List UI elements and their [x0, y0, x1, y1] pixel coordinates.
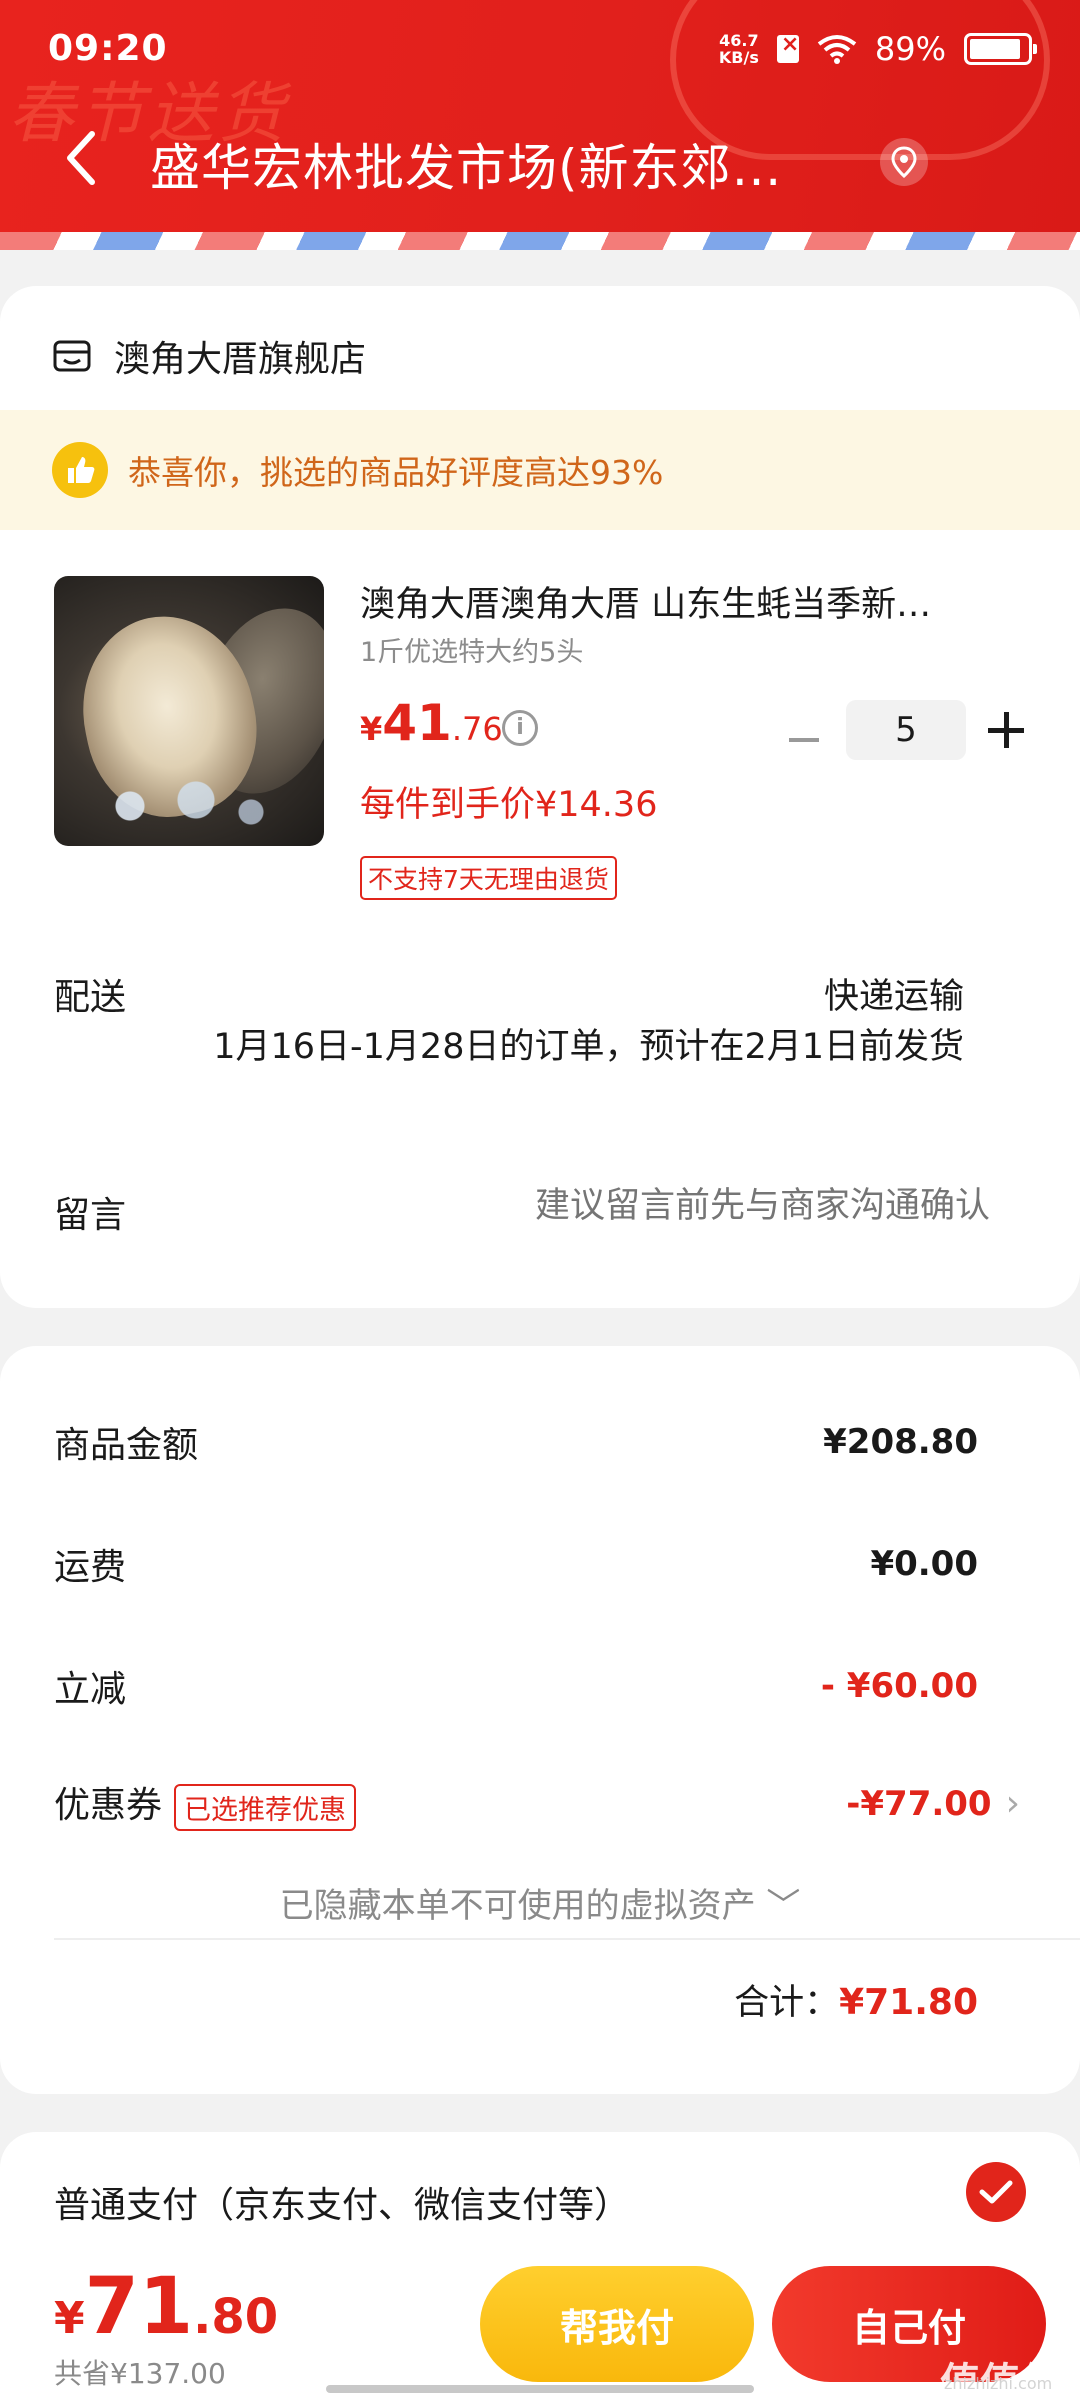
price-decimal: .76 — [451, 710, 503, 748]
coupon-label-group: 优惠券 已选推荐优惠 — [54, 1776, 357, 1831]
check-icon[interactable] — [966, 2162, 1026, 2222]
total-label: 合计： — [734, 1983, 840, 2023]
location-icon — [880, 138, 928, 186]
message-input[interactable] — [400, 1186, 990, 1226]
delivery-label: 配送 — [54, 977, 127, 1018]
hidden-assets-toggle[interactable]: 已隐藏本单不可使用的虚拟资产 ﹀ — [0, 1878, 1080, 1927]
back-button[interactable] — [56, 126, 112, 190]
return-policy-tag: 不支持7天无理由退货 — [360, 856, 617, 900]
battery-icon — [964, 33, 1037, 65]
saved-amount: 共省¥137.00 — [54, 2357, 226, 2390]
quantity-increase-button[interactable] — [984, 708, 1028, 752]
info-icon[interactable]: i — [502, 710, 538, 746]
product-spec: 1斤优选特大约5头 — [360, 637, 584, 668]
checkout-price-currency: ¥ — [54, 2293, 85, 2344]
net-speed: 46.7 KB/s — [719, 32, 759, 66]
header: 春节送货 09:20 46.7 KB/s 89% 盛华宏林批发市场(新 — [0, 0, 1080, 232]
store-row[interactable]: 澳角大厝旗舰店 — [52, 326, 366, 386]
rating-tip-text: 恭喜你，挑选的商品好评度高达93% — [128, 453, 664, 492]
battery-percent: 89% — [874, 30, 946, 68]
goods-amount-row: 商品金额 ¥208.80 — [54, 1416, 978, 1468]
store-name: 澳角大厝旗舰店 — [114, 339, 367, 380]
checkout-bar: ¥ 71 .80 共省¥137.00 帮我付 自己付 — [0, 2252, 1080, 2400]
minus-icon — [789, 738, 819, 742]
unit-price: 每件到手价¥14.36 — [360, 785, 658, 825]
checkout-price: ¥ 71 .80 — [54, 2262, 278, 2352]
price-integer: 41 — [382, 694, 452, 752]
delivery-method: 快递运输 — [823, 977, 964, 1017]
coupon-value: -¥77.00 — [846, 1783, 992, 1824]
wifi-icon — [817, 35, 857, 64]
shipping-fee-label: 运费 — [54, 1547, 127, 1588]
coupon-row[interactable]: 优惠券 已选推荐优惠 -¥77.00 › — [54, 1776, 1020, 1831]
status-bar: 09:20 46.7 KB/s 89% — [0, 0, 1080, 96]
net-speed-unit: KB/s — [718, 48, 759, 67]
coupon-tag: 已选推荐优惠 — [174, 1783, 357, 1831]
goods-amount-value: ¥208.80 — [823, 1422, 978, 1462]
checkout-price-decimal: .80 — [193, 2289, 279, 2345]
thumbs-up-icon — [52, 442, 108, 498]
total-value: ¥71.80 — [839, 1982, 978, 2023]
price-currency: ¥ — [360, 710, 383, 748]
message-label: 留言 — [54, 1195, 127, 1236]
help-pay-button[interactable]: 帮我付 — [480, 2266, 754, 2382]
status-time: 09:20 — [48, 28, 168, 69]
quantity-value[interactable]: 5 — [846, 700, 966, 760]
coupon-value-group: -¥77.00 › — [846, 1783, 1020, 1824]
quantity-decrease-button[interactable] — [784, 720, 824, 760]
discount-value: - ¥60.00 — [820, 1666, 978, 1706]
page-title[interactable]: 盛华宏林批发市场(新东郊… — [150, 128, 830, 200]
delivery-note: 1月16日-1月28日的订单，预计在2月1日前发货 — [213, 1027, 964, 1067]
back-icon — [67, 131, 95, 185]
rating-tip-bar: 恭喜你，挑选的商品好评度高达93% — [0, 410, 1080, 530]
sim-icon — [776, 32, 799, 63]
location-button[interactable] — [874, 132, 934, 192]
checkout-price-integer: 71 — [84, 2262, 194, 2352]
store-icon — [53, 340, 91, 372]
payment-method-label: 普通支付（京东支付、微信支付等） — [54, 2185, 631, 2226]
chevron-right-icon: › — [1005, 1782, 1020, 1824]
product-image[interactable] — [54, 576, 324, 846]
order-item-card: 澳角大厝旗舰店 恭喜你，挑选的商品好评度高达93% 澳角大厝澳角大厝 山东生蚝当… — [0, 286, 1080, 1308]
coupon-label: 优惠券 — [54, 1785, 163, 1826]
shipping-fee-row: 运费 ¥0.00 — [54, 1538, 978, 1590]
product-price: ¥ 41 .76 — [360, 694, 503, 752]
watermark-url: zhizhizhi.com — [944, 2374, 1053, 2393]
nav-bar: 盛华宏林批发市场(新东郊… — [0, 110, 1080, 210]
divider — [54, 1938, 1080, 1940]
net-speed-value: 46.7 — [719, 31, 759, 50]
total-row: 合计：¥71.80 — [734, 1974, 978, 2025]
status-icons: 46.7 KB/s 89% — [719, 30, 1037, 68]
envelope-border — [0, 232, 1080, 250]
product-title[interactable]: 澳角大厝澳角大厝 山东生蚝当季新… — [360, 576, 1000, 627]
discount-row: 立减 - ¥60.00 — [54, 1660, 978, 1712]
price-summary-card: 商品金额 ¥208.80 运费 ¥0.00 立减 - ¥60.00 优惠券 已选推… — [0, 1346, 1080, 2094]
shipping-fee-value: ¥0.00 — [870, 1544, 978, 1584]
home-indicator[interactable] — [326, 2385, 754, 2393]
discount-label: 立减 — [54, 1669, 127, 1710]
goods-amount-label: 商品金额 — [54, 1425, 199, 1466]
